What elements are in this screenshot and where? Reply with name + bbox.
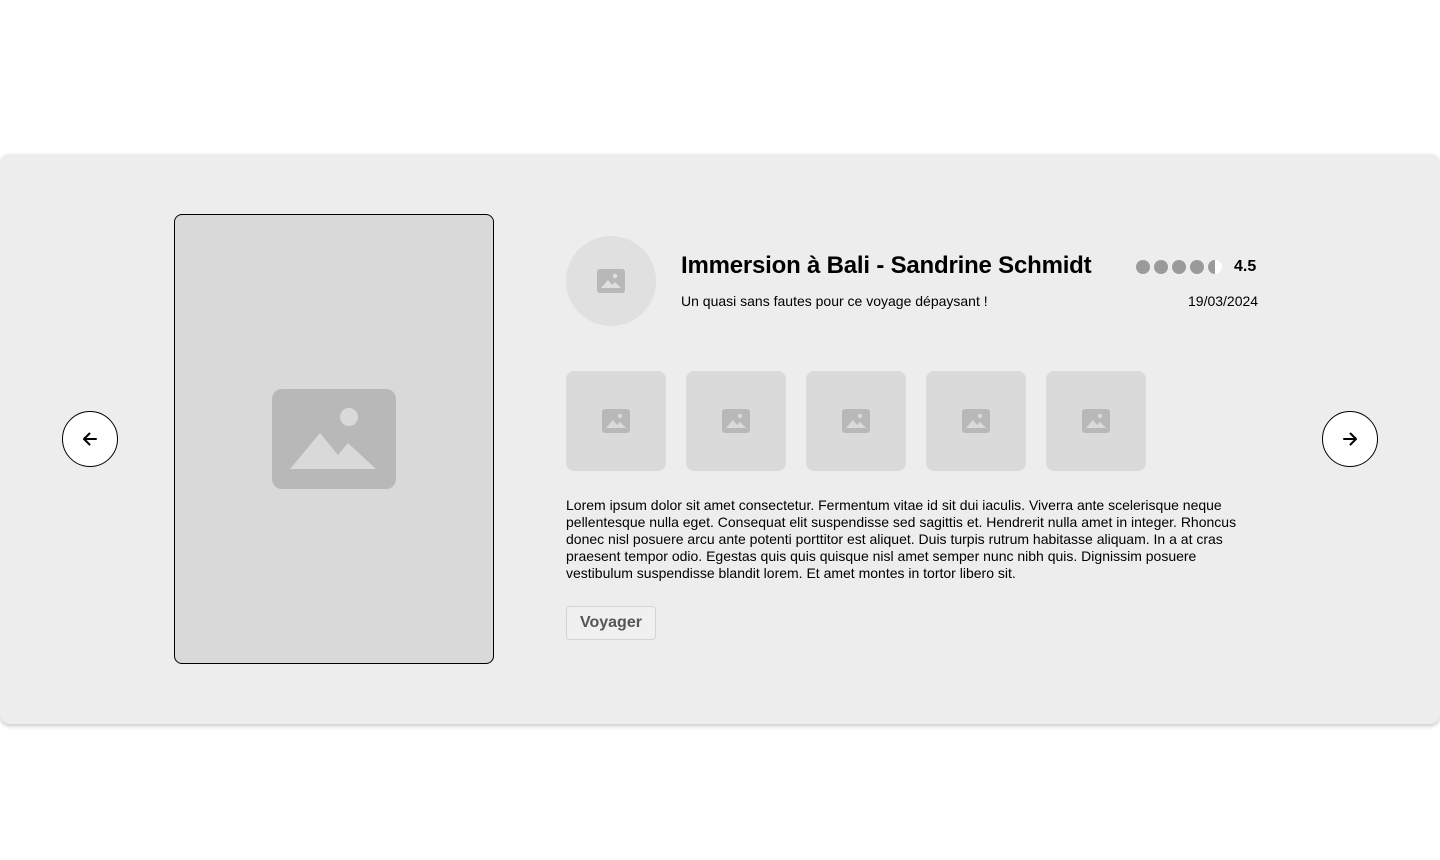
image-placeholder-icon xyxy=(597,269,625,293)
rating: 4.5 xyxy=(1136,258,1256,276)
thumbnail-image[interactable] xyxy=(566,371,666,471)
arrow-right-icon xyxy=(1343,432,1357,446)
next-button[interactable] xyxy=(1322,411,1378,467)
main-photo xyxy=(174,214,494,664)
rating-dot-full xyxy=(1172,260,1186,274)
image-placeholder-icon xyxy=(962,409,990,433)
arrow-left-icon xyxy=(83,432,97,446)
image-placeholder-icon xyxy=(1082,409,1110,433)
rating-dot-full xyxy=(1136,260,1150,274)
thumbnail-image[interactable] xyxy=(686,371,786,471)
review-carousel-card: Immersion à Bali - Sandrine Schmidt Un q… xyxy=(0,154,1440,724)
image-placeholder-icon xyxy=(722,409,750,433)
previous-button[interactable] xyxy=(62,411,118,467)
rating-dots xyxy=(1136,260,1234,274)
rating-value: 4.5 xyxy=(1234,258,1257,275)
rating-dot-full xyxy=(1154,260,1168,274)
image-placeholder-icon xyxy=(842,409,870,433)
review-subtitle: Un quasi sans fautes pour ce voyage dépa… xyxy=(681,293,988,309)
image-placeholder-icon xyxy=(602,409,630,433)
thumbnail-gallery xyxy=(566,371,1146,471)
rating-dot-full xyxy=(1190,260,1204,274)
review-description: Lorem ipsum dolor sit amet consectetur. … xyxy=(566,497,1237,581)
voyager-tag-button[interactable]: Voyager xyxy=(566,606,656,640)
review-date: 19/03/2024 xyxy=(1188,293,1259,309)
avatar xyxy=(566,236,656,326)
rating-dot-half xyxy=(1208,260,1222,274)
review-title: Immersion à Bali - Sandrine Schmidt xyxy=(681,252,1092,279)
thumbnail-image[interactable] xyxy=(926,371,1026,471)
thumbnail-image[interactable] xyxy=(1046,371,1146,471)
thumbnail-image[interactable] xyxy=(806,371,906,471)
image-placeholder-icon xyxy=(272,389,396,489)
